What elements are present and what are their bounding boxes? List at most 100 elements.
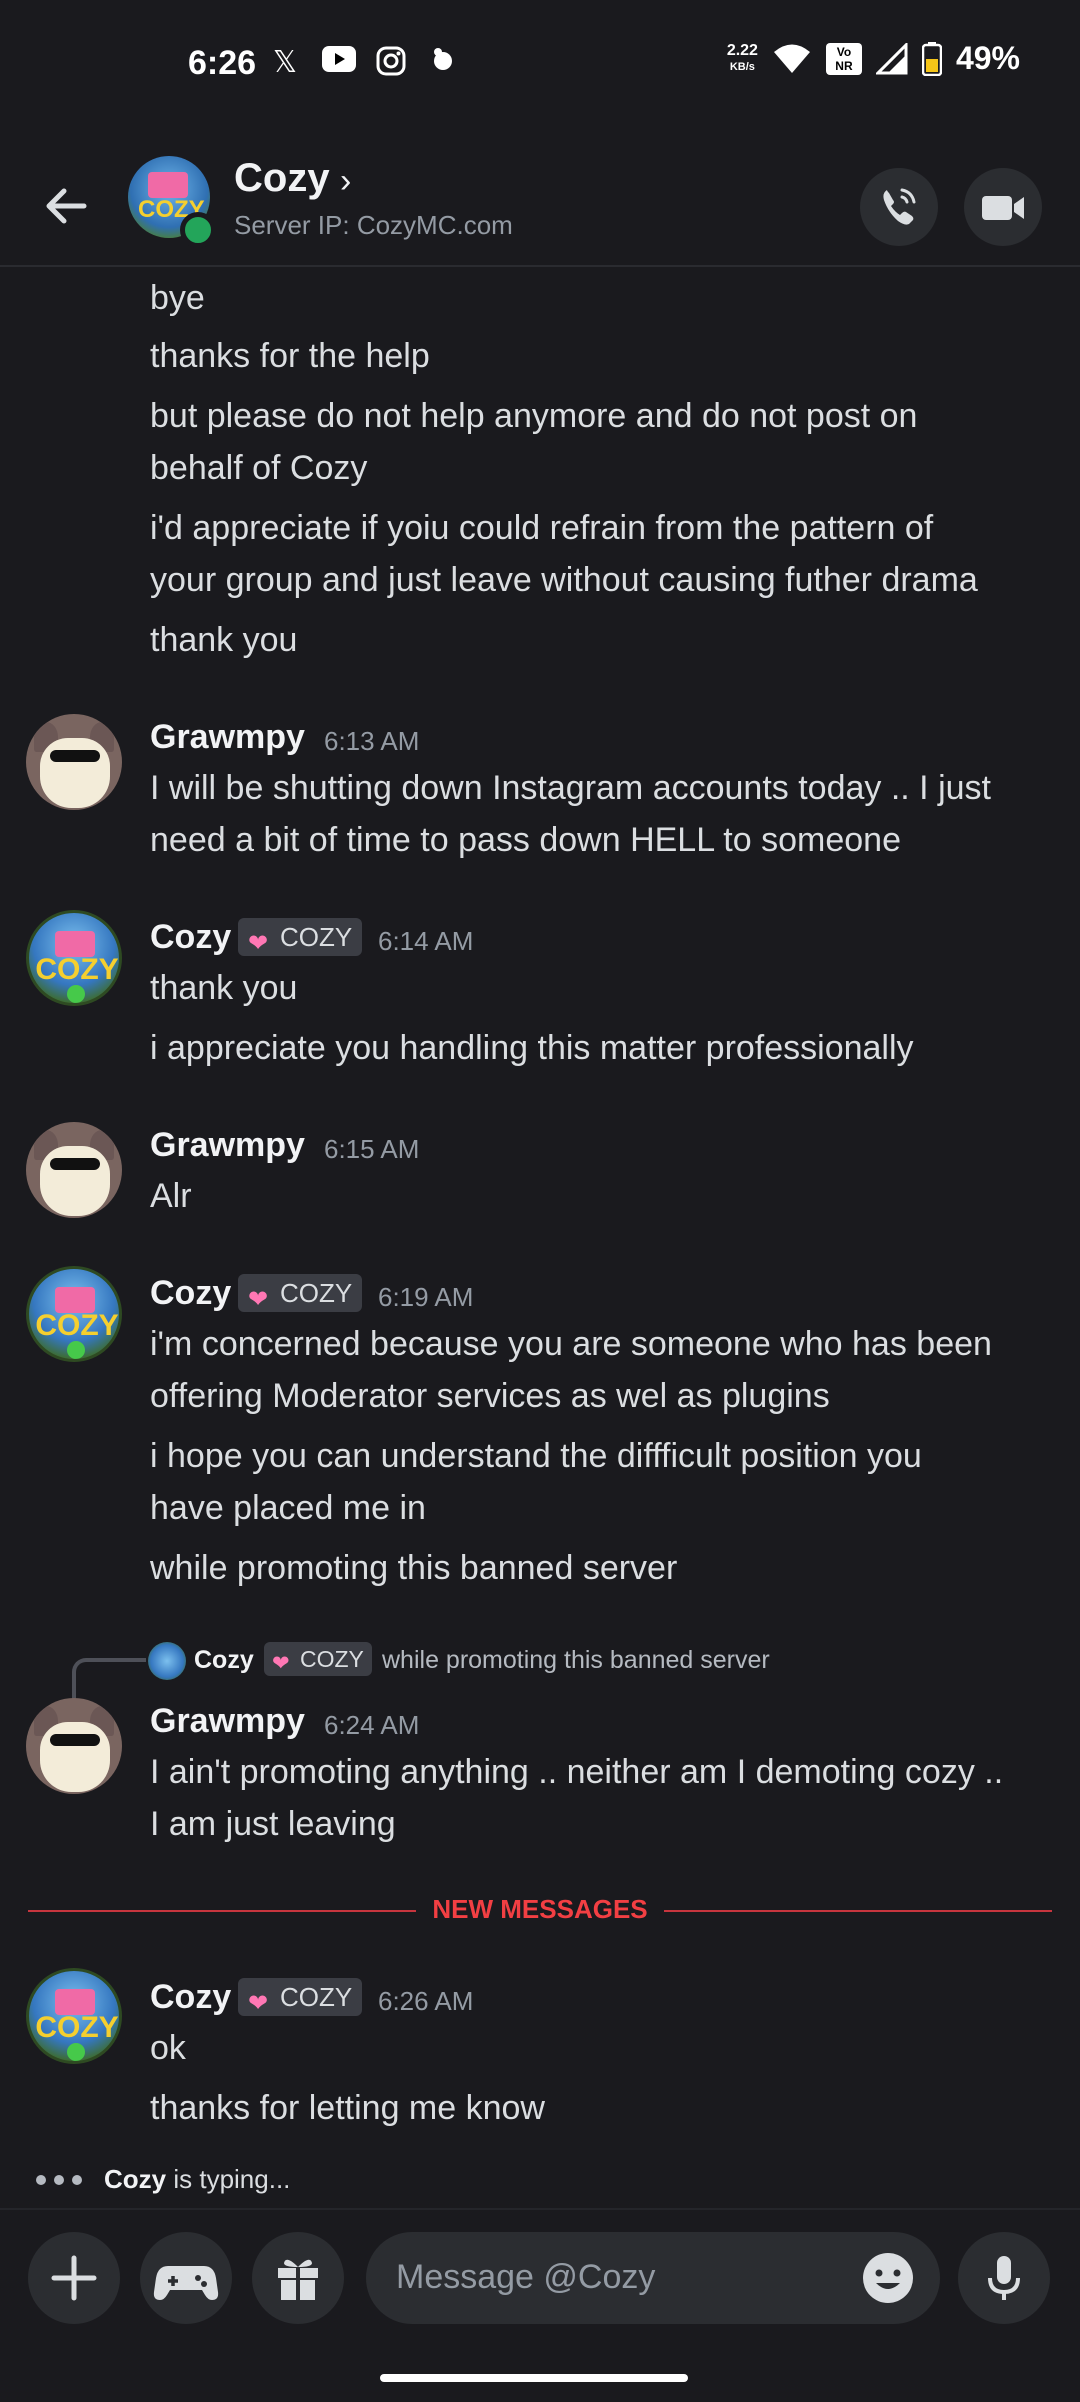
role-badge[interactable]: ❤ COZY xyxy=(238,1978,363,2017)
reply-author[interactable]: Cozy xyxy=(194,1646,254,1675)
typing-dot xyxy=(72,2174,82,2185)
back-button[interactable] xyxy=(38,178,94,234)
battery-percent: 49% xyxy=(955,40,1020,76)
message-input[interactable]: Message @Cozy xyxy=(366,2232,940,2324)
chevron-right-icon[interactable]: › xyxy=(340,162,351,201)
avatar-glasses xyxy=(50,750,100,762)
app-notification-icon xyxy=(430,46,464,80)
typing-user: Cozy xyxy=(104,2164,167,2194)
message-line: I ain't promoting anything .. neither am… xyxy=(150,1753,1004,1791)
message-author[interactable]: Cozy xyxy=(150,1274,231,1313)
avatar-gem xyxy=(67,985,85,1003)
message-timestamp: 6:24 AM xyxy=(324,1710,420,1740)
avatar-house xyxy=(148,172,188,198)
message-author[interactable]: Cozy xyxy=(150,1978,231,2017)
user-avatar[interactable] xyxy=(26,714,122,810)
emoji-icon xyxy=(863,2253,913,2303)
message-line: need a bit of time to pass down HELL to … xyxy=(150,821,901,859)
user-avatar[interactable]: COZY xyxy=(26,1968,122,2064)
message-line: have placed me in xyxy=(150,1489,426,1527)
avatar-glasses xyxy=(50,1734,100,1746)
typing-suffix: is typing... xyxy=(166,2164,291,2194)
dm-subtitle: Server IP: CozyMC.com xyxy=(234,210,513,240)
avatar-logo-text: COZY xyxy=(35,2011,119,2044)
network-speed: 2.22 KB/s xyxy=(727,42,758,76)
avatar-face xyxy=(40,1146,110,1216)
message-line: behalf of Cozy xyxy=(150,449,368,487)
message-line: thanks for letting me know xyxy=(150,2089,545,2127)
message-author[interactable]: Grawmpy xyxy=(150,1126,305,1165)
online-status-dot xyxy=(180,212,216,248)
status-bar: 6:26 𝕏 2.22 KB/s Vo NR 49% xyxy=(0,0,1080,130)
message-author[interactable]: Grawmpy xyxy=(150,718,305,757)
user-avatar[interactable] xyxy=(26,1122,122,1218)
message-timestamp: 6:14 AM xyxy=(378,926,474,956)
message-line: Alr xyxy=(150,1177,192,1215)
phone-icon xyxy=(883,188,916,225)
voice-call-button[interactable] xyxy=(860,168,938,246)
microphone-icon xyxy=(988,2256,1020,2300)
user-avatar[interactable] xyxy=(26,1698,122,1794)
message-author[interactable]: Cozy xyxy=(150,918,231,957)
message-line: i hope you can understand the diffficult… xyxy=(150,1437,922,1475)
youtube-icon xyxy=(322,46,356,80)
typing-dot xyxy=(54,2174,64,2185)
volte-top: Vo xyxy=(836,44,852,59)
message-line: offering Moderator services as wel as pl… xyxy=(150,1377,830,1415)
video-call-button[interactable] xyxy=(964,168,1042,246)
avatar-gem xyxy=(67,2043,85,2061)
message-line: while promoting this banned server xyxy=(150,1549,678,1587)
message-line: your group and just leave without causin… xyxy=(150,561,978,599)
heart-icon: ❤ xyxy=(248,930,269,957)
message-line: thank you xyxy=(150,969,298,1007)
activities-button[interactable] xyxy=(140,2232,232,2324)
gift-button[interactable] xyxy=(252,2232,344,2324)
volte-icon: Vo NR xyxy=(825,42,862,75)
emoji-button[interactable] xyxy=(860,2250,916,2306)
user-avatar[interactable]: COZY xyxy=(26,910,122,1006)
role-badge[interactable]: ❤ COZY xyxy=(238,1274,363,1313)
volte-bottom: NR xyxy=(835,58,853,73)
message-line: i appreciate you handling this matter pr… xyxy=(150,1029,914,1067)
message-timestamp: 6:19 AM xyxy=(378,1282,474,1312)
role-badge-label: COZY xyxy=(280,1982,353,2012)
message-line: I am just leaving xyxy=(150,1805,396,1843)
heart-icon: ❤ xyxy=(248,1990,269,2017)
signal-icon xyxy=(875,42,908,75)
reply-preview-text[interactable]: while promoting this banned server xyxy=(382,1646,770,1675)
video-camera-icon xyxy=(982,196,1024,220)
typing-indicator: Cozy is typing... xyxy=(36,2164,290,2195)
wifi-icon xyxy=(772,43,812,75)
message-line: thank you xyxy=(150,621,298,659)
status-time: 6:26 xyxy=(188,44,257,82)
gift-icon xyxy=(278,2259,318,2300)
reply-badge-label: COZY xyxy=(300,1646,364,1672)
reply-avatar[interactable] xyxy=(148,1642,186,1680)
role-badge[interactable]: ❤ COZY xyxy=(238,918,363,957)
user-avatar[interactable]: COZY xyxy=(26,1266,122,1362)
instagram-icon xyxy=(376,46,410,80)
message-author[interactable]: Grawmpy xyxy=(150,1702,305,1741)
dm-name[interactable]: Cozy xyxy=(234,156,330,201)
chat-header: COZY Cozy › Server IP: CozyMC.com xyxy=(0,150,1080,267)
message-input-placeholder: Message @Cozy xyxy=(396,2258,656,2296)
gamepad-icon xyxy=(153,2266,219,2300)
notification-icons: 𝕏 xyxy=(268,46,464,80)
avatar-logo-text: COZY xyxy=(35,953,119,986)
avatar-glasses xyxy=(50,1158,100,1170)
message-line: I will be shutting down Instagram accoun… xyxy=(150,769,991,807)
plus-icon xyxy=(51,2255,97,2301)
message-timestamp: 6:13 AM xyxy=(324,726,420,756)
avatar-face xyxy=(40,738,110,808)
home-indicator[interactable] xyxy=(380,2374,688,2382)
message-timestamp: 6:26 AM xyxy=(378,1986,474,2016)
voice-message-button[interactable] xyxy=(958,2232,1050,2324)
message-composer: Message @Cozy xyxy=(0,2208,1080,2402)
typing-text: Cozy is typing... xyxy=(104,2164,290,2195)
avatar-logo-text: COZY xyxy=(35,1309,119,1342)
message-line: i'd appreciate if yoiu could refrain fro… xyxy=(150,509,934,547)
message-line: bye xyxy=(150,279,205,317)
attach-button[interactable] xyxy=(28,2232,120,2324)
message-line: ok xyxy=(150,2029,186,2067)
heart-icon: ❤ xyxy=(248,1286,269,1313)
